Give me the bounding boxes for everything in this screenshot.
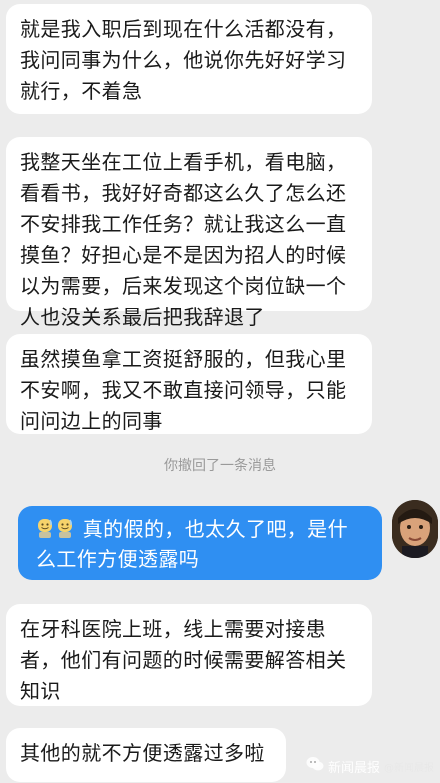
incoming-message[interactable]: 虽然摸鱼拿工资挺舒服的，但我心里不安啊，我又不敢直接问领导，只能问问边上的同事 [6,334,372,434]
outgoing-message[interactable]: 真的假的，也太久了吧，是什么工作方便透露吗 [18,506,382,580]
avatar[interactable] [392,500,438,558]
sweat-smile-emoji-icon [36,517,54,539]
message-text: 我整天坐在工位上看手机，看电脑，看看书，我好好奇都这么久了怎么还不安排我工作任务… [20,150,347,329]
watermark-brand: 新闻晨报 [327,760,380,776]
recall-notice: 你撤回了一条消息 [164,458,276,474]
message-text: 真的假的，也太久了吧，是什么工作方便透露吗 [36,517,348,571]
message-text: 在牙科医院上班，线上需要对接患者，他们有问题的时候需要解答相关知识 [20,617,347,703]
watermark-sub: @新闻晨报 [384,762,434,774]
chat-window: 就是我入职后到现在什么活都没有，我问同事为什么，他说你先好好学习就行，不着急 我… [0,0,440,783]
incoming-message[interactable]: 就是我入职后到现在什么活都没有，我问同事为什么，他说你先好好学习就行，不着急 [6,4,372,114]
message-text: 虽然摸鱼拿工资挺舒服的，但我心里不安啊，我又不敢直接问领导，只能问问边上的同事 [20,347,347,433]
message-text: 其他的就不方便透露过多啦 [20,741,265,765]
message-text: 就是我入职后到现在什么活都没有，我问同事为什么，他说你先好好学习就行，不着急 [20,17,347,103]
incoming-message[interactable]: 在牙科医院上班，线上需要对接患者，他们有问题的时候需要解答相关知识 [6,604,372,706]
wechat-logo-icon [306,756,324,776]
incoming-message[interactable]: 其他的就不方便透露过多啦 [6,728,286,782]
watermark: 新闻晨报 @新闻晨报 [306,755,434,777]
sweat-smile-emoji-icon [56,517,74,539]
incoming-message[interactable]: 我整天坐在工位上看手机，看电脑，看看书，我好好奇都这么久了怎么还不安排我工作任务… [6,137,372,329]
